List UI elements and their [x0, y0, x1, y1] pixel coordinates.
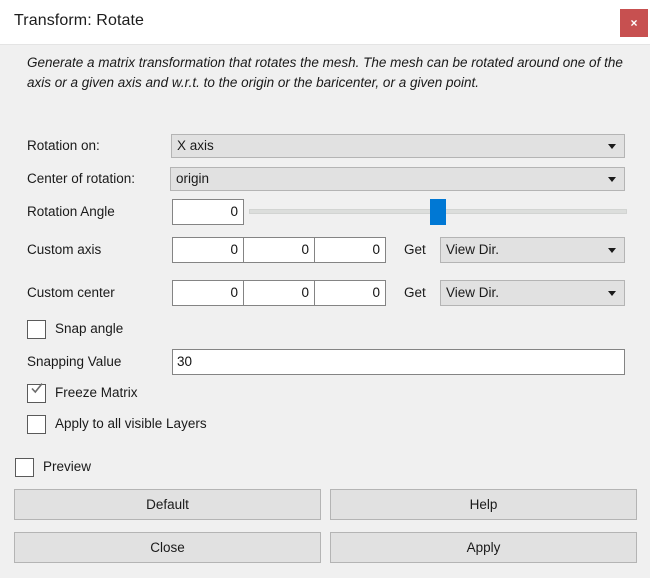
preview-label: Preview	[43, 459, 92, 474]
custom-axis-fields: 0 0 0	[172, 237, 386, 263]
custom-center-x-input[interactable]: 0	[173, 281, 244, 305]
center-of-rotation-value: origin	[176, 171, 210, 186]
custom-center-z-input[interactable]: 0	[315, 281, 385, 305]
checkbox-box	[15, 458, 34, 477]
chevron-down-icon	[608, 291, 616, 296]
rotation-on-label: Rotation on:	[27, 138, 100, 153]
default-button[interactable]: Default	[14, 489, 321, 520]
custom-axis-label: Custom axis	[27, 242, 102, 257]
custom-center-get-value: View Dir.	[446, 285, 500, 300]
rotation-on-value: X axis	[177, 138, 214, 153]
snap-angle-label: Snap angle	[55, 321, 124, 336]
custom-axis-y-value: 0	[301, 242, 309, 257]
custom-center-fields: 0 0 0	[172, 280, 386, 306]
custom-axis-x-value: 0	[230, 242, 238, 257]
rotation-angle-label: Rotation Angle	[27, 204, 115, 219]
apply-all-layers-label: Apply to all visible Layers	[55, 416, 207, 431]
page-title: Transform: Rotate	[14, 12, 145, 29]
custom-center-z-value: 0	[372, 285, 380, 300]
title-bar: Transform: Rotate ×	[0, 0, 650, 45]
snapping-value-label: Snapping Value	[27, 354, 122, 369]
snapping-value-value: 30	[177, 354, 193, 369]
center-of-rotation-label: Center of rotation:	[27, 171, 136, 186]
custom-center-y-input[interactable]: 0	[244, 281, 315, 305]
custom-center-x-value: 0	[230, 285, 238, 300]
custom-axis-z-input[interactable]: 0	[315, 238, 385, 262]
check-icon	[31, 383, 43, 394]
custom-center-label: Custom center	[27, 285, 115, 300]
checkbox-box	[27, 415, 46, 434]
custom-axis-get-select[interactable]: View Dir.	[440, 237, 625, 263]
close-button-bottom[interactable]: Close	[14, 532, 321, 563]
custom-center-get-select[interactable]: View Dir.	[440, 280, 625, 306]
center-of-rotation-select[interactable]: origin	[170, 167, 625, 191]
checkbox-box	[27, 320, 46, 339]
custom-axis-x-input[interactable]: 0	[173, 238, 244, 262]
custom-center-get-label: Get	[404, 285, 426, 300]
rotation-angle-slider-handle[interactable]	[430, 199, 446, 225]
snapping-value-input[interactable]: 30	[172, 349, 625, 375]
close-icon[interactable]: ×	[620, 9, 648, 37]
rotation-on-select[interactable]: X axis	[171, 134, 625, 158]
chevron-down-icon	[608, 248, 616, 253]
rotation-angle-input[interactable]: 0	[172, 199, 244, 225]
chevron-down-icon	[608, 144, 616, 149]
custom-axis-get-label: Get	[404, 242, 426, 257]
dialog-description: Generate a matrix transformation that ro…	[27, 55, 623, 90]
custom-axis-y-input[interactable]: 0	[244, 238, 315, 262]
checkbox-box	[27, 383, 46, 403]
custom-axis-get-value: View Dir.	[446, 242, 500, 257]
chevron-down-icon	[608, 177, 616, 182]
apply-button[interactable]: Apply	[330, 532, 637, 563]
freeze-matrix-label: Freeze Matrix	[55, 385, 138, 400]
custom-axis-z-value: 0	[372, 242, 380, 257]
rotation-angle-value: 0	[230, 204, 238, 219]
help-button[interactable]: Help	[330, 489, 637, 520]
custom-center-y-value: 0	[301, 285, 309, 300]
